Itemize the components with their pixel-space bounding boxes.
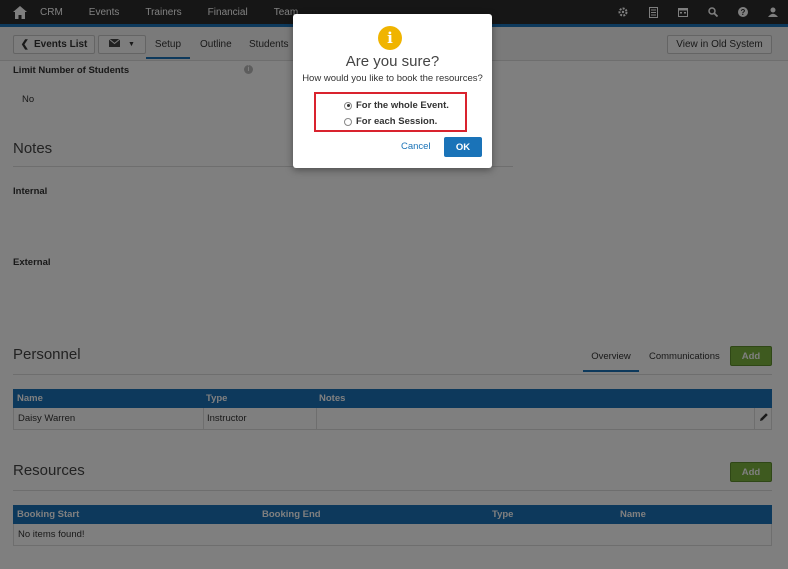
info-icon: i: [378, 26, 402, 50]
dialog-title: Are you sure?: [345, 53, 440, 70]
radio-label: For each Session.: [356, 116, 438, 127]
confirm-dialog: i Are you sure? How would you like to bo…: [293, 14, 492, 168]
ok-button[interactable]: OK: [444, 137, 482, 157]
radio-label: For the whole Event.: [356, 100, 449, 111]
radio-button-checked[interactable]: [344, 101, 352, 110]
dialog-subtitle: How would you like to book the resources…: [302, 73, 483, 84]
radio-each-session[interactable]: For each Session.: [344, 116, 437, 127]
radio-button[interactable]: [344, 117, 352, 126]
cancel-button[interactable]: Cancel: [401, 141, 431, 152]
radio-whole-event[interactable]: For the whole Event.: [344, 100, 449, 111]
